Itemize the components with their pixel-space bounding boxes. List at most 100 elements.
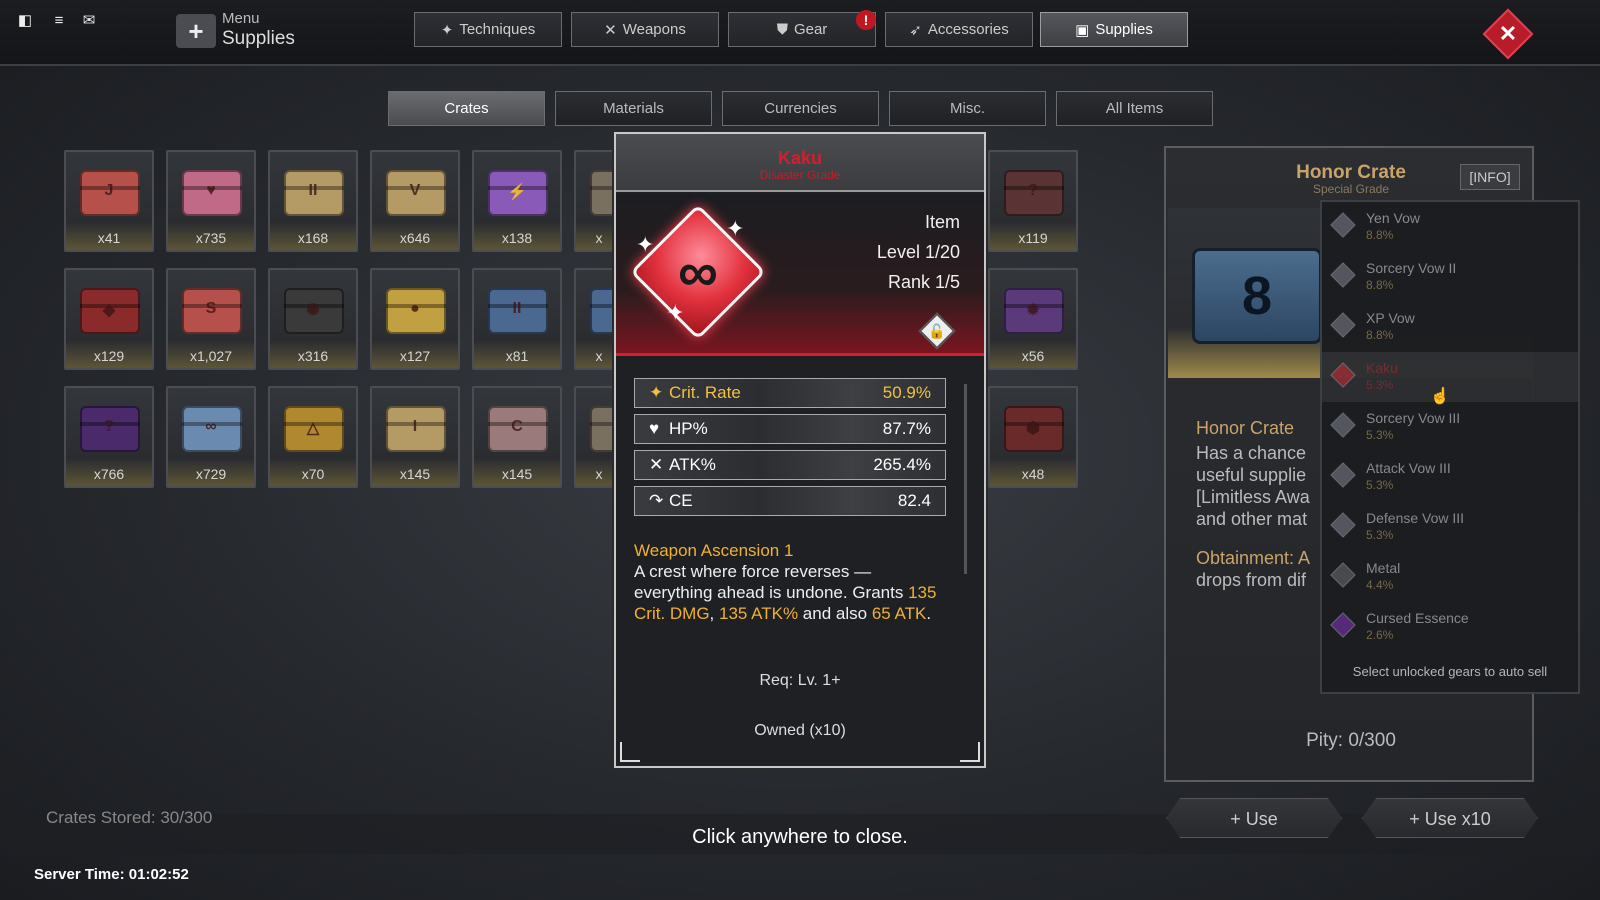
menu-label: Menu [222, 10, 260, 27]
crate-emblem: ♥ [206, 182, 216, 199]
crate-slot[interactable]: ● x127 [370, 268, 460, 370]
item-name: XP Vow [1366, 310, 1415, 326]
stat-crit-rate: ✦ Crit. Rate 50.9% [634, 378, 946, 408]
crate-count: x168 [297, 230, 329, 246]
subtab-all-items[interactable]: All Items [1056, 91, 1213, 126]
star-icon: ✦ [649, 383, 664, 402]
list-item[interactable]: Sorcery Vow III 5.3% [1322, 402, 1578, 452]
tab-label: Techniques [459, 21, 536, 38]
gear-item-icon [1330, 462, 1356, 488]
subtab-currencies[interactable]: Currencies [722, 91, 879, 126]
stat-hp: ♥ HP% 87.7% [634, 414, 946, 444]
crate-slot[interactable]: ✹ x56 [988, 268, 1078, 370]
list-item[interactable]: Yen Vow 8.8% [1322, 202, 1578, 252]
ascension-title: Weapon Ascension 1 [634, 541, 794, 560]
modal-scrollbar[interactable] [964, 384, 967, 574]
tab-supplies[interactable]: ▣ Supplies [1040, 12, 1188, 47]
crossed-swords-icon: ✕ [604, 21, 617, 39]
gear-item-icon [1330, 262, 1356, 288]
list-item[interactable]: Cursed Essence 2.6% [1322, 602, 1578, 652]
roblox-logo-icon[interactable]: ◧ [16, 12, 34, 30]
crate-slot[interactable]: Cx145 [472, 386, 562, 488]
tab-accessories[interactable]: ➶ Accessories [885, 12, 1033, 47]
obtainment-text: drops from dif [1196, 570, 1307, 590]
crate-slot[interactable]: ♥ x735 [166, 150, 256, 252]
tab-gear[interactable]: ⛊ Gear [728, 12, 876, 47]
stat-value: 50.9% [882, 383, 931, 402]
item-rate: 5.3% [1366, 378, 1394, 392]
gear-item-icon [1330, 512, 1356, 538]
item-rate: 5.3% [1366, 478, 1394, 492]
crate-slot[interactable]: ? x766 [64, 386, 154, 488]
info-button[interactable]: [INFO] [1460, 164, 1520, 190]
subtab-misc[interactable]: Misc. [889, 91, 1046, 126]
list-item[interactable]: Metal 4.4% [1322, 552, 1578, 602]
menu-header[interactable]: + Menu Supplies [176, 8, 316, 54]
plus-box-icon: + [176, 14, 216, 48]
frame-corner [620, 742, 640, 762]
item-hero: ∞ ✦ ✦ ✦ Item Level 1/20 Rank 1/5 🔓 [616, 194, 984, 356]
item-name: Metal [1366, 560, 1401, 576]
crate-count: x1,027 [189, 348, 233, 364]
list-item[interactable]: Sorcery Vow II 8.8% [1322, 252, 1578, 302]
stat-name: CE [669, 491, 693, 510]
level-requirement: Req: Lv. 1+ [759, 672, 841, 689]
crate-slot[interactable]: ? x119 [988, 150, 1078, 252]
crate-emblem: C [511, 418, 523, 435]
crate-slot[interactable]: II x81 [472, 268, 562, 370]
stat-ce: ↷ CE 82.4 [634, 486, 946, 516]
chat-icon[interactable]: ✉ [80, 12, 98, 30]
crate-count: x766 [93, 466, 125, 482]
close-hint[interactable]: Click anywhere to close. [0, 826, 1600, 849]
sparkle-icon: ✦ [666, 300, 685, 325]
owned-count: Owned (x10) [754, 722, 846, 739]
desc-highlight: 135 ATK% [719, 604, 799, 623]
stat-name: ATK% [669, 455, 716, 474]
list-item-selected[interactable]: Kaku 5.3% [1322, 352, 1578, 402]
list-item[interactable]: XP Vow 8.8% [1322, 302, 1578, 352]
hamburger-menu-icon[interactable]: ≡ [50, 12, 68, 30]
crate-name: Honor Crate [1196, 418, 1295, 438]
lock-toggle[interactable]: 🔓 [918, 312, 956, 350]
crate-count: x56 [1021, 348, 1045, 364]
crate-slot[interactable]: Ix145 [370, 386, 460, 488]
close-icon: ✕ [1498, 21, 1518, 46]
crate-slot[interactable]: ◆ x129 [64, 268, 154, 370]
list-item[interactable]: Attack Vow III 5.3% [1322, 452, 1578, 502]
auto-sell-hint: Select unlocked gears to auto sell [1352, 664, 1548, 679]
crate-emblem: II [308, 182, 318, 199]
crate-slot[interactable]: ⬢ x48 [988, 386, 1078, 488]
crate-slot[interactable]: II x168 [268, 150, 358, 252]
item-rate: 8.8% [1366, 278, 1394, 292]
crate-slot[interactable]: Sx1,027 [166, 268, 256, 370]
stat-name: HP% [669, 419, 708, 438]
crate-emblem: ⬢ [1026, 420, 1040, 437]
crate-count: x70 [301, 466, 325, 482]
crate-slot[interactable]: ∞ x729 [166, 386, 256, 488]
box-icon: ▣ [1075, 21, 1090, 39]
item-detail-modal[interactable]: Kaku Disaster Grade ∞ ✦ ✦ ✦ Item Level 1… [614, 132, 986, 768]
stat-value: 87.7% [882, 419, 931, 438]
gear-item-icon [1330, 212, 1356, 238]
item-rate: 2.6% [1366, 628, 1394, 642]
subtab-materials[interactable]: Materials [555, 91, 712, 126]
item-name: Cursed Essence [1366, 610, 1469, 626]
tab-label: Gear [793, 21, 828, 38]
item-name: Defense Vow III [1366, 510, 1465, 526]
crate-emblem: △ [306, 420, 320, 437]
crate-slot[interactable]: Jx41 [64, 150, 154, 252]
crate-slot[interactable]: ⚡ x138 [472, 150, 562, 252]
crate-emblem: S [205, 300, 217, 317]
tab-weapons[interactable]: ✕ Weapons [571, 12, 719, 47]
drop-rates-list[interactable]: Yen Vow 8.8% Sorcery Vow II 8.8% XP Vow 8.8… [1320, 200, 1580, 694]
crate-slot[interactable]: Vx646 [370, 150, 460, 252]
crate-slot[interactable]: ✺ x316 [268, 268, 358, 370]
kaku-gem-icon: ∞ [630, 204, 766, 340]
list-item[interactable]: Defense Vow III 5.3% [1322, 502, 1578, 552]
sparkle-icon: ✦ [636, 232, 655, 257]
crate-count: x119 [1018, 230, 1048, 246]
subtab-crates[interactable]: Crates [388, 91, 545, 126]
tab-techniques[interactable]: ✦ Techniques [414, 12, 562, 47]
crate-slot[interactable]: △ x70 [268, 386, 358, 488]
gear-alert-badge: ! [856, 10, 876, 30]
